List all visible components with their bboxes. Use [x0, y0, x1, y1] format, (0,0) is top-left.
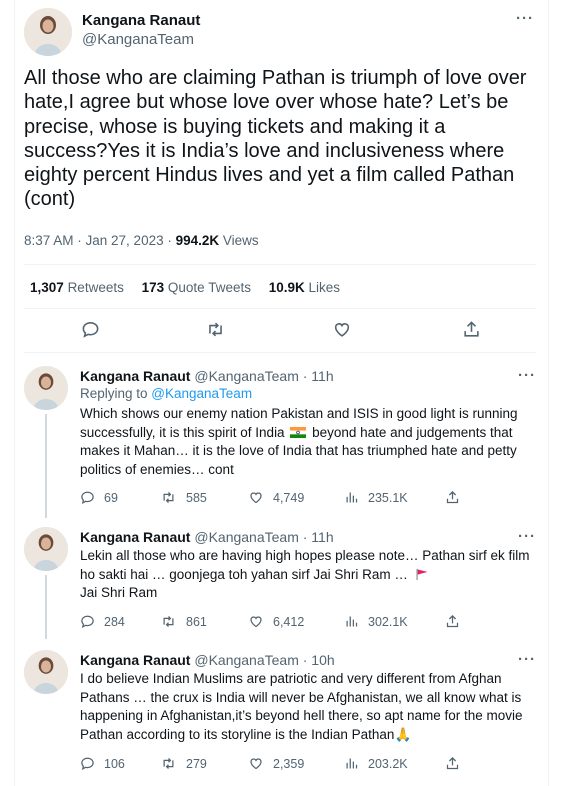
author-name[interactable]: Kangana Ranaut — [82, 11, 200, 30]
reply-tweet: Kangana Ranaut @KanganaTeam · 11h ··· Re… — [24, 366, 544, 518]
reply-icon — [81, 757, 94, 771]
like-button[interactable]: 2,359 — [248, 756, 304, 771]
reply-tweet: Kangana Ranaut @KanganaTeam · 10h ··· I … — [24, 650, 544, 780]
avatar[interactable] — [24, 527, 68, 571]
reply-tweet: Kangana Ranaut @KanganaTeam · 11h ··· Le… — [24, 527, 544, 639]
views-icon — [346, 492, 358, 503]
author-handle-time[interactable]: @KanganaTeam · 11h — [194, 368, 333, 384]
engagement-stats: 1,307 Retweets 173 Quote Tweets 10.9K Li… — [30, 280, 354, 295]
author-handle-time[interactable]: @KanganaTeam · 10h — [194, 652, 334, 668]
views-label: Views — [219, 233, 259, 248]
india-flag-icon — [290, 426, 307, 438]
retweet-button[interactable]: 585 — [160, 490, 207, 505]
action-bar: 284 861 6,412 302.1K — [80, 614, 480, 632]
action-bar: 69 585 4,749 235.1K — [80, 490, 480, 508]
retweet-icon[interactable] — [205, 320, 226, 344]
author-name[interactable]: Kangana Ranaut — [80, 652, 190, 668]
author-name[interactable]: Kangana Ranaut — [80, 368, 190, 384]
more-icon[interactable]: ··· — [518, 529, 536, 544]
tweet-text: All those who are claiming Pathan is tri… — [24, 67, 527, 211]
avatar[interactable] — [24, 8, 72, 56]
reply-icon — [81, 615, 94, 629]
like-icon — [250, 492, 262, 504]
share-button[interactable] — [445, 490, 469, 505]
retweet-button[interactable]: 861 — [160, 614, 207, 629]
thread-line — [45, 575, 47, 639]
share-icon — [446, 756, 459, 770]
reply-text: I do believe Indian Muslims are patrioti… — [80, 671, 523, 742]
retweet-icon — [163, 616, 174, 627]
more-icon[interactable]: ··· — [516, 11, 534, 26]
share-button[interactable] — [445, 614, 469, 629]
retweet-icon — [163, 758, 174, 769]
quotes-count: 173 — [141, 280, 165, 295]
like-icon — [250, 758, 262, 770]
action-bar — [24, 320, 536, 344]
retweet-button[interactable]: 279 — [160, 756, 207, 771]
avatar[interactable] — [24, 650, 68, 694]
like-button[interactable]: 6,412 — [248, 614, 304, 629]
reply-text: Which shows our enemy nation Pakistan an… — [80, 406, 518, 477]
reply-icon[interactable] — [81, 320, 100, 344]
reply-text: Lekin all those who are having high hope… — [80, 548, 530, 601]
retweets-count: 1,307 — [30, 280, 64, 295]
avatar[interactable] — [24, 366, 68, 410]
share-icon — [446, 490, 459, 504]
likes-count: 10.9K — [268, 280, 305, 295]
share-button[interactable] — [445, 756, 469, 771]
like-icon[interactable] — [332, 320, 352, 344]
thread-line — [45, 414, 47, 518]
like-button[interactable]: 4,749 — [248, 490, 304, 505]
more-icon[interactable]: ··· — [518, 368, 536, 383]
quotes-label: Quote Tweets — [167, 280, 251, 295]
more-icon[interactable]: ··· — [518, 652, 536, 667]
folded-hands-icon: 🙏 — [394, 726, 412, 742]
reply-button[interactable]: 69 — [80, 490, 118, 505]
likes-label: Likes — [308, 280, 341, 295]
views-button[interactable]: 235.1K — [344, 490, 408, 505]
retweets-label: Retweets — [67, 280, 124, 295]
author-handle[interactable]: @KanganaTeam — [82, 30, 200, 49]
author-handle-time[interactable]: @KanganaTeam · 11h — [194, 529, 333, 545]
replying-to: Replying to @KanganaTeam — [80, 386, 253, 401]
likes-stat[interactable]: 10.9K Likes — [269, 280, 340, 295]
tweet-meta: 8:37 AM · Jan 27, 2023 · 994.2K Views — [24, 233, 259, 248]
quotes-stat[interactable]: 173 Quote Tweets — [142, 280, 251, 295]
divider — [24, 264, 536, 265]
divider — [24, 352, 536, 353]
tweet-time[interactable]: 8:37 AM · Jan 27, 2023 · — [24, 233, 176, 248]
reply-button[interactable]: 284 — [80, 614, 125, 629]
retweets-stat[interactable]: 1,307 Retweets — [30, 280, 124, 295]
retweet-icon — [163, 492, 174, 503]
action-bar: 106 279 2,359 203.2K — [80, 756, 480, 774]
views-icon — [346, 616, 358, 627]
author-name[interactable]: Kangana Ranaut — [80, 529, 190, 545]
like-icon — [250, 616, 262, 628]
views-button[interactable]: 203.2K — [344, 756, 408, 771]
divider — [24, 308, 536, 309]
views-icon — [346, 758, 358, 769]
views-button[interactable]: 302.1K — [344, 614, 408, 629]
reply-button[interactable]: 106 — [80, 756, 125, 771]
views-count: 994.2K — [175, 233, 220, 248]
share-icon — [446, 614, 459, 628]
mention-link[interactable]: @KanganaTeam — [151, 386, 252, 401]
red-flag-icon — [416, 568, 428, 580]
share-icon[interactable] — [462, 320, 481, 344]
reply-icon — [81, 491, 94, 505]
